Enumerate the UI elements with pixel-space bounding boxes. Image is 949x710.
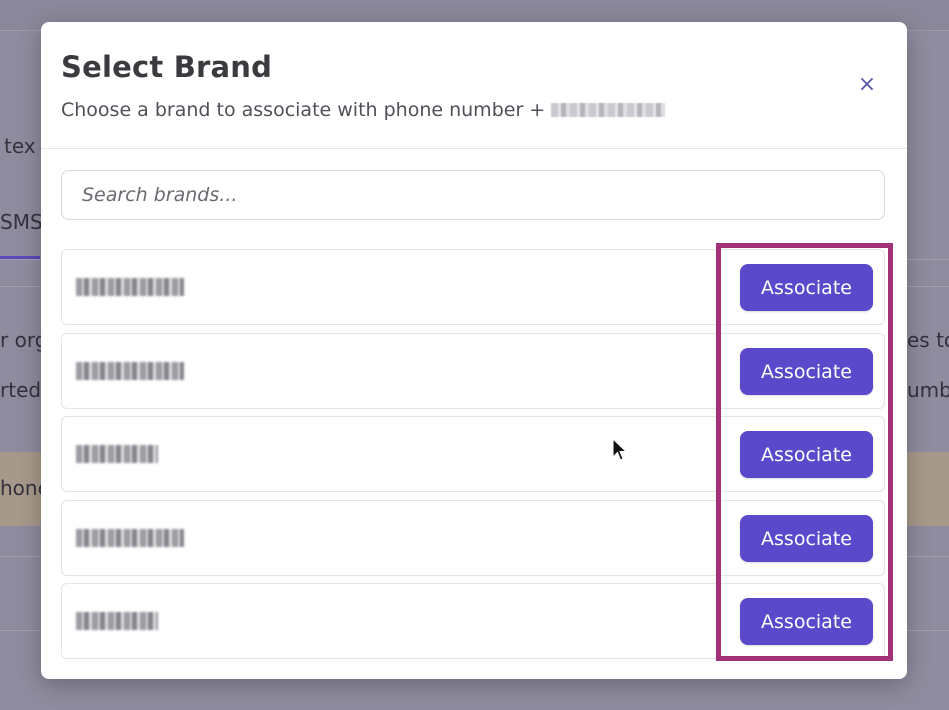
- modal-header: Select Brand Choose a brand to associate…: [41, 22, 907, 149]
- brand-name-redacted: [76, 278, 184, 296]
- mouse-cursor-icon: [612, 438, 628, 461]
- associate-button[interactable]: Associate: [740, 264, 873, 311]
- associate-button[interactable]: Associate: [740, 598, 873, 645]
- background-text-fragment: es to: [907, 328, 949, 352]
- brand-list-item: Associate: [61, 416, 885, 492]
- background-text-fragment: umbe: [907, 378, 949, 402]
- brand-list-item: Associate: [61, 249, 885, 325]
- brand-name-redacted: [76, 612, 158, 630]
- search-brands-input[interactable]: [61, 170, 885, 220]
- brand-name-redacted: [76, 445, 158, 463]
- brand-name-redacted: [76, 529, 184, 547]
- associate-button[interactable]: Associate: [740, 348, 873, 395]
- modal-title: Select Brand: [61, 50, 273, 84]
- redacted-phone-number: [551, 103, 666, 117]
- brand-name-redacted: [76, 362, 184, 380]
- close-icon[interactable]: ×: [855, 73, 879, 97]
- modal-subtitle: Choose a brand to associate with phone n…: [61, 99, 666, 121]
- background-tab-sms: SMS: [0, 210, 43, 234]
- associate-button[interactable]: Associate: [740, 431, 873, 478]
- brand-list-item: Associate: [61, 333, 885, 409]
- select-brand-modal: Select Brand Choose a brand to associate…: [41, 22, 907, 679]
- brand-list-item: Associate: [61, 583, 885, 659]
- brand-list-item: Associate: [61, 500, 885, 576]
- modal-subtitle-text: Choose a brand to associate with phone n…: [61, 99, 546, 121]
- background-text-fragment: tex: [4, 134, 36, 158]
- associate-button[interactable]: Associate: [740, 515, 873, 562]
